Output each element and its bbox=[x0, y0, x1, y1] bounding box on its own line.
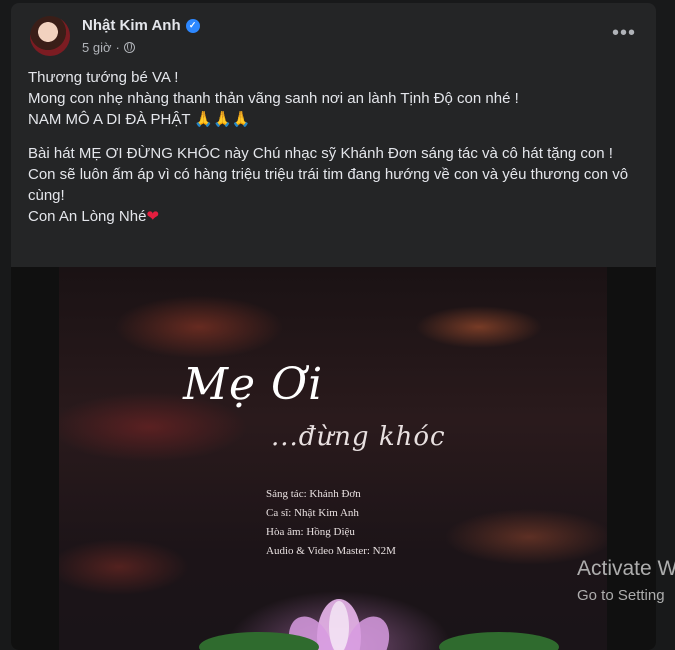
author-name[interactable]: Nhật Kim Anh bbox=[82, 17, 181, 34]
text-line: Mong con nhẹ nhàng thanh thản vãng sanh … bbox=[28, 90, 519, 107]
video-container[interactable]: Mẹ Ơi ...đừng khóc Sáng tác: Khánh Đơn C… bbox=[11, 267, 656, 650]
author-row: Nhật Kim Anh ✓ bbox=[82, 17, 200, 34]
post-card: Nhật Kim Anh ✓ 5 giờ · ••• Thương tướng … bbox=[11, 3, 656, 650]
video-credits: Sáng tác: Khánh Đơn Ca sĩ: Nhật Kim Anh … bbox=[266, 485, 396, 561]
video-subtitle: ...đừng khóc bbox=[271, 422, 446, 452]
text-line: Con sẽ luôn ấm áp vì có hàng triệu triệu… bbox=[28, 166, 629, 204]
paragraph: Bài hát MẸ ƠI ĐỪNG KHÓC này Chú nhạc sỹ … bbox=[28, 143, 638, 227]
credit-line: Hòa âm: Hồng Diệu bbox=[266, 526, 355, 538]
text-line: NAM MÔ A DI ĐÀ PHẬT 🙏🙏🙏 bbox=[28, 111, 251, 128]
video-thumbnail[interactable]: Mẹ Ơi ...đừng khóc Sáng tác: Khánh Đơn C… bbox=[59, 267, 607, 650]
post-time[interactable]: 5 giờ bbox=[82, 40, 112, 55]
text-line: Thương tướng bé VA ! bbox=[28, 69, 179, 86]
heart-icon: ❤ bbox=[146, 208, 160, 225]
leaf-shape bbox=[439, 632, 559, 650]
video-title: Mẹ Ơi bbox=[183, 359, 324, 410]
activate-windows-hint: Go to Setting bbox=[577, 587, 665, 604]
meta-separator: · bbox=[115, 40, 120, 55]
credit-line: Ca sĩ: Nhật Kim Anh bbox=[266, 507, 359, 519]
more-options-icon[interactable]: ••• bbox=[612, 23, 636, 43]
text-line: Con An Lòng Nhé bbox=[28, 208, 147, 225]
credit-line: Audio & Video Master: N2M bbox=[266, 545, 396, 557]
verified-icon: ✓ bbox=[185, 18, 200, 33]
text-line: Bài hát MẸ ƠI ĐỪNG KHÓC này Chú nhạc sỹ … bbox=[28, 145, 613, 162]
globe-icon[interactable] bbox=[123, 42, 135, 53]
avatar[interactable] bbox=[30, 16, 70, 56]
activate-windows-watermark: Activate Wi bbox=[577, 557, 675, 580]
paragraph: Thương tướng bé VA ! Mong con nhẹ nhàng … bbox=[28, 67, 638, 130]
post-meta: 5 giờ · bbox=[82, 40, 135, 55]
credit-line: Sáng tác: Khánh Đơn bbox=[266, 488, 361, 500]
post-text: Thương tướng bé VA ! Mong con nhẹ nhàng … bbox=[28, 67, 638, 240]
